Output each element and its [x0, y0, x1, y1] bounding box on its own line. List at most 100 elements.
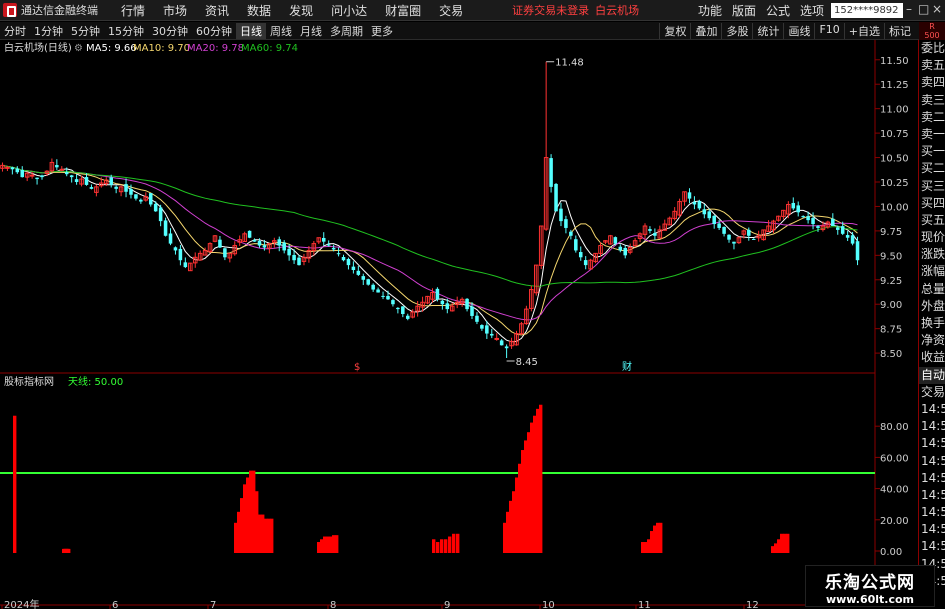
menu-item-gongneng[interactable]: 功能: [693, 2, 727, 19]
candle-body: [485, 325, 489, 334]
candle-body: [257, 240, 262, 246]
indicator-bar: [432, 539, 436, 553]
indicator-bar: [521, 450, 525, 553]
tool-f10[interactable]: F10: [814, 22, 843, 39]
y-tick-label: 10.50: [880, 154, 909, 165]
dividend-marker: $: [354, 362, 360, 373]
candle-body: [84, 177, 89, 185]
side-item[interactable]: 买五: [919, 212, 945, 229]
candle-body: [326, 244, 331, 246]
side-item[interactable]: 14:56: [919, 538, 945, 555]
side-item[interactable]: 自动: [919, 366, 945, 384]
tab-60min[interactable]: 60分钟: [192, 23, 236, 39]
side-item[interactable]: 14:56: [919, 418, 945, 435]
tab-fenshi[interactable]: 分时: [0, 23, 30, 39]
candlestick-series: [0, 61, 860, 358]
menu-item-shichang[interactable]: 市场: [154, 2, 196, 19]
side-item[interactable]: 换手: [919, 315, 945, 332]
menu-item-xuanxiang[interactable]: 选项: [795, 2, 829, 19]
side-item[interactable]: 买二: [919, 160, 945, 177]
y-tick-label: 9.25: [880, 276, 902, 287]
indicator-bar: [237, 511, 241, 553]
side-item[interactable]: 14:56: [919, 504, 945, 521]
side-item[interactable]: 收益: [919, 349, 945, 366]
tab-weekly[interactable]: 周线: [266, 23, 296, 39]
side-item[interactable]: 交易: [919, 384, 945, 401]
tool-add-watchlist[interactable]: +自选: [843, 22, 884, 39]
tool-tongji[interactable]: 统计: [752, 22, 783, 39]
menu-item-gongshi[interactable]: 公式: [761, 2, 795, 19]
menu-item-jiaoyi[interactable]: 交易: [430, 2, 472, 19]
maximize-icon[interactable]: □: [918, 2, 929, 16]
tool-biaoji[interactable]: 标记: [884, 22, 915, 39]
tool-duogu[interactable]: 多股: [721, 22, 752, 39]
side-item[interactable]: 14:56: [919, 521, 945, 538]
trade-login-notice[interactable]: 证券交易未登录: [512, 2, 589, 18]
tab-5min[interactable]: 5分钟: [67, 23, 104, 39]
period-tabs: 分时 1分钟 5分钟 15分钟 30分钟 60分钟 日线 周线 月线 多周期 更…: [0, 22, 397, 39]
indicator-bar: [234, 522, 238, 553]
side-item[interactable]: 14:56: [919, 401, 945, 418]
indicator-bar: [246, 477, 250, 553]
side-item[interactable]: 卖三: [919, 92, 945, 109]
side-item[interactable]: 买四: [919, 195, 945, 212]
side-item[interactable]: 外盘: [919, 298, 945, 315]
indicator-bar: [329, 536, 333, 553]
r500-badge[interactable]: R 500: [919, 22, 945, 40]
side-item[interactable]: 现价: [919, 229, 945, 246]
tab-more[interactable]: 更多: [367, 23, 397, 39]
candle-body: [717, 223, 721, 228]
candle-body: [381, 295, 385, 297]
tool-diejia[interactable]: 叠加: [690, 22, 721, 39]
candle-body: [20, 170, 25, 178]
candle-body: [59, 168, 65, 171]
side-item[interactable]: 14:56: [919, 435, 945, 452]
side-item[interactable]: 买三: [919, 178, 945, 195]
candle-body: [475, 315, 479, 322]
tool-huaxian[interactable]: 画线: [783, 22, 814, 39]
side-item[interactable]: 14:56: [919, 453, 945, 470]
settings-icon[interactable]: ⚙: [74, 43, 83, 54]
candle-body: [445, 303, 450, 310]
indicator-bar: [659, 522, 663, 553]
menu-item-shuju[interactable]: 数据: [238, 2, 280, 19]
side-item[interactable]: 涨幅: [919, 263, 945, 280]
tab-1min[interactable]: 1分钟: [30, 23, 67, 39]
tab-30min[interactable]: 30分钟: [148, 23, 192, 39]
side-item[interactable]: 卖二: [919, 109, 945, 126]
menu-item-hangqing[interactable]: 行情: [112, 2, 154, 19]
user-account[interactable]: 152****9892: [831, 3, 903, 18]
indicator-bar: [444, 539, 448, 553]
menu-item-faxian[interactable]: 发现: [280, 2, 322, 19]
close-icon[interactable]: ×: [932, 2, 942, 16]
indicator-bar: [332, 535, 336, 553]
tool-fuquan[interactable]: 复权: [659, 22, 690, 39]
side-item[interactable]: 14:56: [919, 487, 945, 504]
tab-daily[interactable]: 日线: [236, 22, 266, 39]
minimize-icon[interactable]: –: [904, 2, 914, 16]
side-item[interactable]: 涨跌: [919, 246, 945, 263]
side-item[interactable]: 买一: [919, 143, 945, 160]
tab-monthly[interactable]: 月线: [296, 23, 326, 39]
menu-item-caifuquan[interactable]: 财富圈: [376, 2, 430, 19]
x-tick-label: 10: [542, 600, 555, 609]
side-item[interactable]: 总量: [919, 281, 945, 298]
side-item[interactable]: 卖一: [919, 126, 945, 143]
side-item[interactable]: 净资: [919, 332, 945, 349]
tab-15min[interactable]: 15分钟: [104, 23, 148, 39]
side-item[interactable]: 卖四: [919, 74, 945, 91]
menu-item-zixun[interactable]: 资讯: [196, 2, 238, 19]
menu-item-banmian[interactable]: 版面: [727, 2, 761, 19]
sub-legend-name: 股标指标网: [4, 375, 54, 388]
candle-body: [697, 201, 702, 209]
side-item[interactable]: 卖五: [919, 57, 945, 74]
candle-body: [747, 229, 751, 236]
candle-body: [178, 248, 183, 261]
tab-multi-period[interactable]: 多周期: [326, 23, 367, 39]
candle-body: [64, 171, 69, 175]
kline-chart[interactable]: 11.50 11.25 11.00 10.75 10.50 10.25 10.00 9.75 9…: [0, 40, 918, 609]
side-item[interactable]: 14:56: [919, 470, 945, 487]
y-tick-label: 11.00: [880, 105, 909, 116]
menu-item-wenxiaoda[interactable]: 问小达: [322, 2, 376, 19]
side-item[interactable]: 委比: [919, 40, 945, 57]
